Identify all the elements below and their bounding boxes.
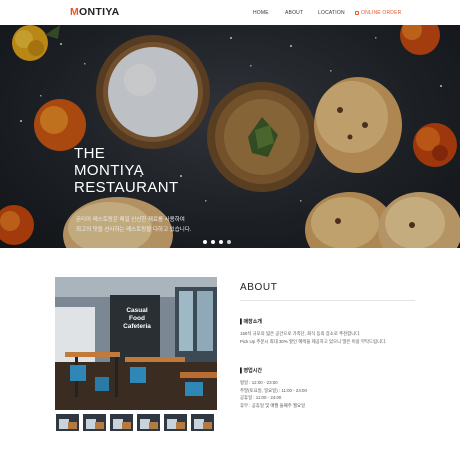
business-hours: 평일 : 12:00 - 23:00 주말(토요일, 일요일) : 11:00 … — [240, 379, 307, 409]
nav-online-order[interactable]: ONLINE ORDER — [355, 10, 401, 16]
nav-online-order-label: ONLINE ORDER — [361, 10, 402, 16]
nav-location[interactable]: LOCATION — [318, 10, 345, 16]
photo-thumbnails — [55, 413, 217, 432]
logo-initial: M — [70, 6, 80, 18]
sign-line: Food — [129, 315, 145, 322]
logo[interactable]: MONTIYA — [70, 6, 120, 18]
slider-dot-active[interactable] — [227, 240, 231, 244]
divider — [240, 300, 415, 301]
text-line: 주말(토요일, 일요일) : 11:00 - 24:00 — [240, 387, 307, 393]
hero-slider: THE MONTIYA RESTAURANT 몬티아 레스토랑은 매일 신선한 … — [0, 25, 460, 248]
logo-text: ONTIYA — [79, 6, 120, 18]
thumbnail[interactable] — [190, 413, 215, 432]
hero-food-image — [0, 25, 460, 248]
slider-pagination — [203, 231, 235, 249]
nav-about[interactable]: ABOUT — [285, 10, 303, 16]
thumbnail[interactable] — [109, 413, 134, 432]
store-description: 150석 규모의 넓은 공간으로 가족단, 회식 등의 장소로 추천합니다. P… — [240, 330, 386, 345]
thumbnail[interactable] — [82, 413, 107, 432]
about-title: ABOUT — [240, 282, 278, 293]
cafeteria-sign: Casual Food Cafeteria — [115, 307, 159, 331]
sign-line: Cafeteria — [123, 323, 151, 330]
sign-line: Casual — [126, 307, 148, 314]
section-heading-hours: ▌영업시간 — [240, 368, 262, 374]
section-heading-text: 매장소개 — [243, 319, 262, 325]
cart-icon — [355, 10, 359, 15]
hero-description-line: 몬티아 레스토랑은 매일 신선한 재료를 사용하여 — [76, 217, 185, 223]
slider-dot[interactable] — [211, 240, 215, 244]
section-heading-store: ▌매장소개 — [240, 319, 262, 325]
text-line: 휴무 : 공휴일 및 매월 둘째주 월요일 — [240, 402, 306, 408]
hero-title-line: THE — [74, 145, 106, 162]
hero-description: 몬티아 레스토랑은 매일 신선한 재료를 사용하여 최고의 맛을 선사하는 레스… — [76, 215, 191, 235]
hero-title-line: MONTIYA — [74, 162, 145, 179]
hero-description-line: 최고의 맛을 선사하는 레스토랑을 다하고 있습니다. — [76, 227, 192, 233]
hero-title-line: RESTAURANT — [74, 179, 179, 196]
nav-home[interactable]: HOME — [253, 10, 269, 16]
thumbnail[interactable] — [136, 413, 161, 432]
thumbnail[interactable] — [163, 413, 188, 432]
text-line: 평일 : 12:00 - 23:00 — [240, 380, 278, 385]
hero-title: THE MONTIYA RESTAURANT — [74, 145, 179, 196]
thumbnail[interactable] — [55, 413, 80, 432]
slider-dot[interactable] — [203, 240, 207, 244]
text-line: Pick Up 주문시 최대 30% 할인 혜택을 제공하고 있으니 많은 이용… — [240, 338, 387, 344]
slider-dot[interactable] — [219, 240, 223, 244]
text-line: 150석 규모의 넓은 공간으로 가족단, 회식 등의 장소로 추천합니다. — [240, 331, 361, 336]
section-heading-text: 영업시간 — [243, 368, 262, 374]
about-photo: Casual Food Cafeteria — [55, 277, 217, 410]
site-header: MONTIYA HOME ABOUT LOCATION ONLINE ORDER — [0, 0, 460, 25]
text-line: 공휴일 : 11:00 - 24:00 — [240, 395, 282, 400]
